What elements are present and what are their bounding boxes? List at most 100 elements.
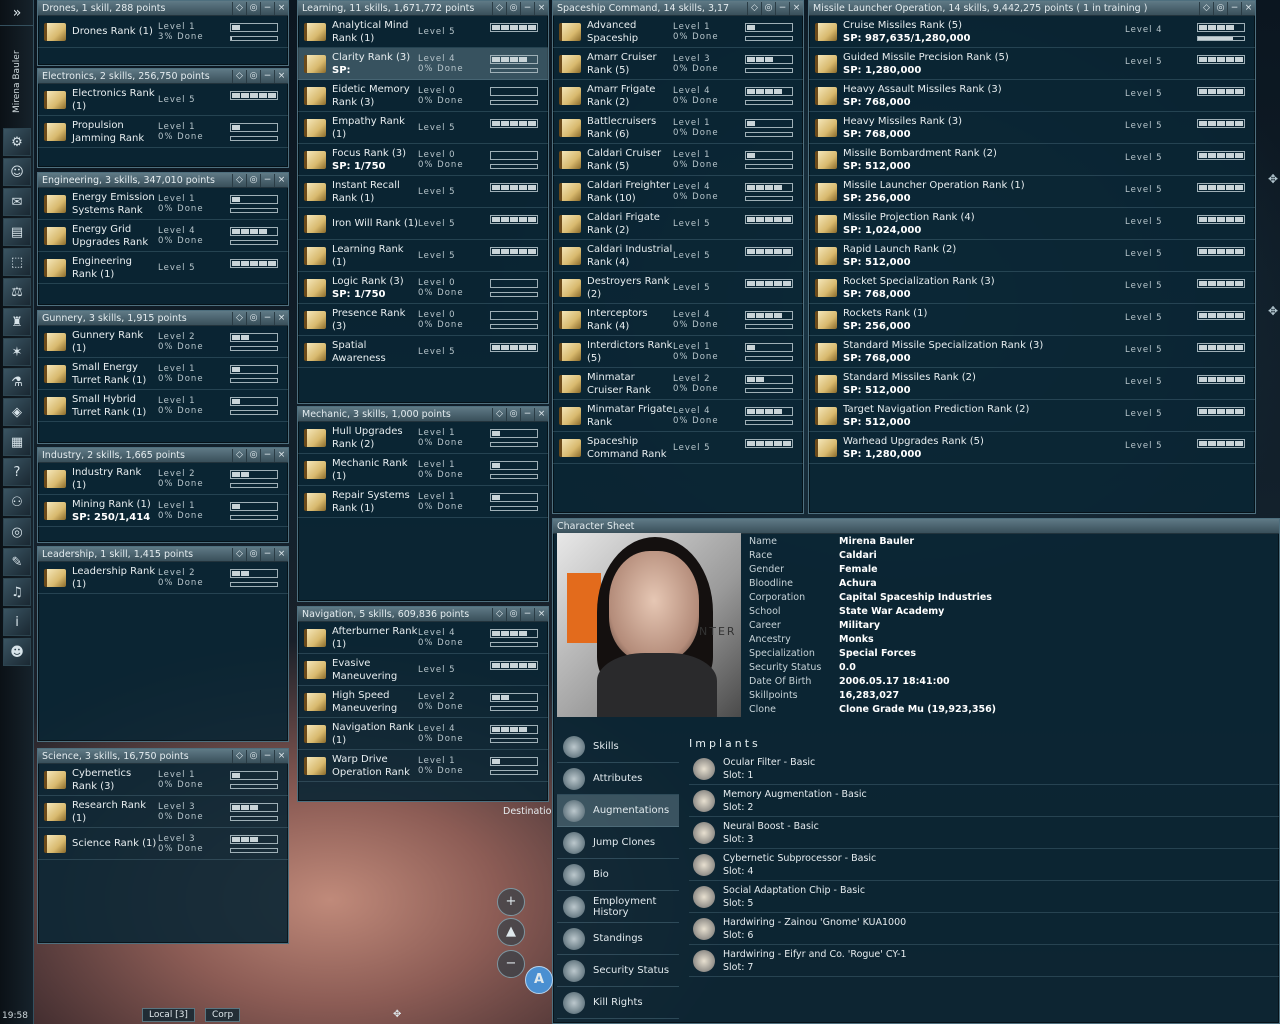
skill-row[interactable]: High Speed Maneuvering Level 2 0% Done xyxy=(298,686,548,718)
settings-icon[interactable]: ◎ xyxy=(246,311,260,325)
notepad-icon[interactable]: ▤ xyxy=(3,218,31,246)
skill-row[interactable]: Warp Drive Operation Rank Level 1 0% Done xyxy=(298,750,548,782)
group-title-bar[interactable]: Drones, 1 skill, 288 points ◇ ◎ − × xyxy=(38,1,288,16)
minimize-icon[interactable]: − xyxy=(260,749,274,763)
skill-row[interactable]: Heavy Assault Missiles Rank (3) SP: 768,0… xyxy=(809,80,1255,112)
skill-row[interactable]: Mechanic Rank (1) Level 1 0% Done xyxy=(298,454,548,486)
implant-row[interactable]: Ocular Filter - Basic Slot: 1 xyxy=(689,753,1279,785)
help-icon[interactable]: ? xyxy=(3,458,31,486)
skill-row[interactable]: Science Rank (1) Level 3 0% Done xyxy=(38,828,288,860)
corp-icon[interactable]: ♜ xyxy=(3,308,31,336)
skill-row[interactable]: Guided Missile Precision Rank (5) SP: 1,2… xyxy=(809,48,1255,80)
close-icon[interactable]: × xyxy=(274,448,288,462)
skill-row[interactable]: Gunnery Rank (1) Level 2 0% Done xyxy=(38,326,288,358)
autopilot-button[interactable]: A xyxy=(525,966,553,994)
pin-icon[interactable]: ◇ xyxy=(232,448,246,462)
group-title-bar[interactable]: Mechanic, 3 skills, 1,000 points ◇ ◎ − × xyxy=(298,407,548,422)
group-title-bar[interactable]: Spaceship Command, 14 skills, 3,17 ◇ ◎ − × xyxy=(553,1,803,16)
skill-row[interactable]: Analytical Mind Rank (1) Level 5 xyxy=(298,16,548,48)
tab-attributes[interactable]: Attributes xyxy=(557,763,679,795)
skill-row[interactable]: Afterburner Rank (1) Level 4 0% Done xyxy=(298,622,548,654)
skill-row[interactable]: Spatial Awareness Level 5 xyxy=(298,336,548,368)
mail-icon[interactable]: ✉ xyxy=(3,188,31,216)
settings-icon[interactable]: ◎ xyxy=(506,407,520,421)
minimize-icon[interactable]: − xyxy=(260,69,274,83)
tab-standings[interactable]: Standings xyxy=(557,923,679,955)
skill-row[interactable]: Missile Projection Rank (4) SP: 1,024,000… xyxy=(809,208,1255,240)
group-title-bar[interactable]: Engineering, 3 skills, 347,010 points ◇ ◎ −… xyxy=(38,173,288,188)
scanner-icon[interactable]: ◎ xyxy=(3,518,31,546)
zoom-in-button[interactable]: + xyxy=(497,888,525,916)
skill-row[interactable]: Logic Rank (3) SP: 1/750 Level 0 0% Done xyxy=(298,272,548,304)
skill-row[interactable]: Rockets Rank (1) SP: 256,000 Level 5 xyxy=(809,304,1255,336)
minimize-icon[interactable]: − xyxy=(775,1,789,15)
close-icon[interactable]: × xyxy=(534,607,548,621)
pin-icon[interactable]: ◇ xyxy=(232,173,246,187)
skill-row[interactable]: Navigation Rank (1) Level 4 0% Done xyxy=(298,718,548,750)
settings-icon[interactable]: ◎ xyxy=(246,1,260,15)
skill-row[interactable]: Presence Rank (3) Level 0 0% Done xyxy=(298,304,548,336)
settings-icon[interactable]: ◎ xyxy=(761,1,775,15)
skill-row[interactable]: Small Energy Turret Rank (1) Level 1 0% Do… xyxy=(38,358,288,390)
group-title-bar[interactable]: Leadership, 1 skill, 1,415 points ◇ ◎ − × xyxy=(38,547,288,562)
skill-row[interactable]: Learning Rank (1) Level 5 xyxy=(298,240,548,272)
skill-row[interactable]: Drones Rank (1) Level 1 3% Done xyxy=(38,16,288,48)
skill-row[interactable]: Research Rank (1) Level 3 0% Done xyxy=(38,796,288,828)
skill-row[interactable]: Energy Emission Systems Rank Level 1 0% Do… xyxy=(38,188,288,220)
skill-row[interactable]: Rapid Launch Rank (2) SP: 512,000 Level 5 xyxy=(809,240,1255,272)
skill-row[interactable]: Destroyers Rank (2) Level 5 xyxy=(553,272,803,304)
minimize-icon[interactable]: − xyxy=(520,607,534,621)
skill-row[interactable]: Electronics Rank (1) Level 5 xyxy=(38,84,288,116)
minimize-icon[interactable]: − xyxy=(260,448,274,462)
pin-icon[interactable]: ◇ xyxy=(232,69,246,83)
close-icon[interactable]: × xyxy=(1241,1,1255,15)
skill-row[interactable]: Instant Recall Rank (1) Level 5 xyxy=(298,176,548,208)
map-icon[interactable]: ✶ xyxy=(3,338,31,366)
pin-icon[interactable]: ◇ xyxy=(492,607,506,621)
group-title-bar[interactable]: Navigation, 5 skills, 609,836 points ◇ ◎ − × xyxy=(298,607,548,622)
character-sheet-title-bar[interactable]: Character Sheet xyxy=(553,519,1279,534)
minimize-icon[interactable]: − xyxy=(260,1,274,15)
fitting-icon[interactable]: ◈ xyxy=(3,398,31,426)
tab-employment-history[interactable]: Employment History xyxy=(557,891,679,923)
neocom-expand-button[interactable]: » xyxy=(0,0,34,26)
skill-row[interactable]: Interceptors Rank (4) Level 4 0% Done xyxy=(553,304,803,336)
skill-row[interactable]: Interdictors Rank (5) Level 1 0% Done xyxy=(553,336,803,368)
camera-button[interactable]: ▲ xyxy=(497,918,525,946)
close-icon[interactable]: × xyxy=(534,1,548,15)
close-icon[interactable]: × xyxy=(274,173,288,187)
pin-icon[interactable]: ◇ xyxy=(232,749,246,763)
skill-row[interactable]: Hull Upgrades Rank (2) Level 1 0% Done xyxy=(298,422,548,454)
settings-icon[interactable]: ◎ xyxy=(506,1,520,15)
neocom-icon[interactable]: ⚙ xyxy=(3,128,31,156)
skill-row[interactable]: Warhead Upgrades Rank (5) SP: 1,280,000 Le… xyxy=(809,432,1255,464)
skill-row[interactable]: Heavy Missiles Rank (3) SP: 768,000 Level … xyxy=(809,112,1255,144)
implant-row[interactable]: Hardwiring - Eifyr and Co. 'Rogue' CY-1 S… xyxy=(689,945,1279,977)
calculator-icon[interactable]: ▦ xyxy=(3,428,31,456)
skill-row[interactable]: Engineering Rank (1) Level 5 xyxy=(38,252,288,284)
skill-row[interactable]: Cruise Missiles Rank (5) SP: 987,635/1,28… xyxy=(809,16,1255,48)
pin-icon[interactable]: ◇ xyxy=(747,1,761,15)
pin-icon[interactable]: ◇ xyxy=(232,547,246,561)
skill-row[interactable]: Focus Rank (3) SP: 1/750 Level 0 0% Done xyxy=(298,144,548,176)
pin-icon[interactable]: ◇ xyxy=(1199,1,1213,15)
info-icon[interactable]: i xyxy=(3,608,31,636)
science-icon[interactable]: ⚗ xyxy=(3,368,31,396)
minimize-icon[interactable]: − xyxy=(260,311,274,325)
skill-row[interactable]: Small Hybrid Turret Rank (1) Level 1 0% Do… xyxy=(38,390,288,422)
minimize-icon[interactable]: − xyxy=(520,1,534,15)
tab-jump-clones[interactable]: Jump Clones xyxy=(557,827,679,859)
skill-row[interactable]: Standard Missile Specialization Rank (3)… xyxy=(809,336,1255,368)
skill-row[interactable]: Caldari Freighter Rank (10) Level 4 0% Don… xyxy=(553,176,803,208)
tab-augmentations[interactable]: Augmentations xyxy=(557,795,679,827)
group-title-bar[interactable]: Industry, 2 skills, 1,665 points ◇ ◎ − × xyxy=(38,448,288,463)
skill-row[interactable]: Spaceship Command Rank Level 5 xyxy=(553,432,803,464)
skill-row[interactable]: Rocket Specialization Rank (3) SP: 768,00… xyxy=(809,272,1255,304)
pin-icon[interactable]: ◇ xyxy=(492,407,506,421)
skill-row[interactable]: Iron Will Rank (1) Level 5 xyxy=(298,208,548,240)
minimize-icon[interactable]: − xyxy=(260,173,274,187)
settings-icon[interactable]: ◎ xyxy=(1213,1,1227,15)
minimize-icon[interactable]: − xyxy=(260,547,274,561)
skill-row[interactable]: Industry Rank (1) Level 2 0% Done xyxy=(38,463,288,495)
skill-row[interactable]: Eidetic Memory Rank (3) Level 0 0% Done xyxy=(298,80,548,112)
